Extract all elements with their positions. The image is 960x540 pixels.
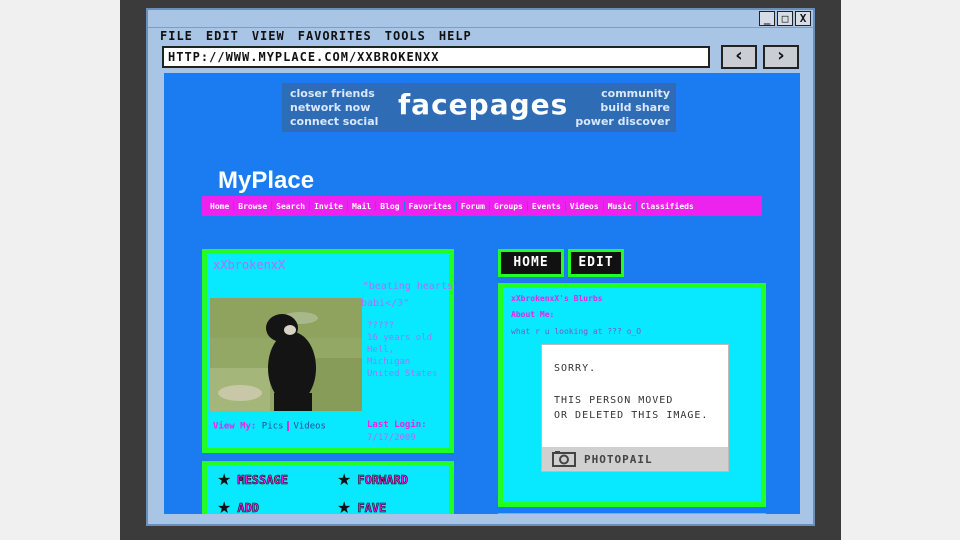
- nav-home[interactable]: Home: [210, 202, 229, 211]
- nav-groups[interactable]: Groups: [494, 202, 523, 211]
- home-tab-button[interactable]: HOME: [498, 249, 564, 277]
- site-logo[interactable]: MyPlace: [218, 167, 314, 195]
- profile-box: xXbrokenxX "beating hearts babi</3" ????…: [202, 249, 454, 453]
- back-button[interactable]: ‹: [721, 45, 757, 69]
- placeholder-sorry: SORRY.: [554, 363, 597, 374]
- star-icon: ★: [217, 470, 232, 489]
- star-icon: ★: [217, 498, 232, 514]
- web-page: closer friends network now connect socia…: [164, 73, 800, 514]
- site-navbar: Home Browse Search Invite Mail Blog Favo…: [202, 196, 762, 216]
- last-login: Last Login: 7/17/2009: [367, 420, 427, 443]
- forward-profile-button[interactable]: ★ FORWARD: [337, 470, 408, 489]
- nav-classifieds[interactable]: Classifieds: [641, 202, 694, 211]
- address-bar[interactable]: HTTP://WWW.MYPLACE.COM/XXBROKENXX: [162, 46, 710, 68]
- menu-view[interactable]: VIEW: [252, 29, 285, 45]
- menu-edit[interactable]: EDIT: [206, 29, 239, 45]
- message-button[interactable]: ★ MESSAGE: [217, 470, 288, 489]
- menu-help[interactable]: HELP: [439, 29, 472, 45]
- menu-bar: FILE EDIT VIEW FAVORITES TOOLS HELP: [160, 29, 472, 45]
- about-me-text: what r u looking at ??? o_O: [511, 327, 642, 336]
- profile-info: ????? 16 years old Hell, Michigan United…: [367, 321, 438, 379]
- chevron-right-icon: ›: [777, 45, 785, 66]
- close-icon[interactable]: X: [795, 11, 811, 26]
- deleted-image-placeholder: SORRY. THIS PERSON MOVED OR DELETED THIS…: [541, 344, 729, 472]
- menu-tools[interactable]: TOOLS: [385, 29, 426, 45]
- maximize-icon[interactable]: □: [777, 11, 793, 26]
- view-my-label: View My:: [213, 421, 257, 432]
- view-my-links: View My: Pics Videos: [213, 421, 326, 432]
- nav-blog[interactable]: Blog: [380, 202, 399, 211]
- banner-left-text: closer friends network now connect socia…: [290, 87, 379, 128]
- nav-events[interactable]: Events: [532, 202, 561, 211]
- contact-box: ★ MESSAGE ★ FORWARD ★ ADD ★ FAVE: [202, 461, 454, 514]
- nav-invite[interactable]: Invite: [314, 202, 343, 211]
- star-icon: ★: [337, 470, 352, 489]
- nav-browse[interactable]: Browse: [238, 202, 267, 211]
- edit-tab-button[interactable]: EDIT: [568, 249, 624, 277]
- blurbs-box: xXbrokenxX's Blurbs About Me: what r u l…: [498, 283, 766, 507]
- browser-window: _ □ X FILE EDIT VIEW FAVORITES TOOLS HEL…: [146, 8, 815, 526]
- nav-search[interactable]: Search: [276, 202, 305, 211]
- nav-favorites[interactable]: Favorites: [409, 202, 452, 211]
- profile-photo[interactable]: [210, 298, 362, 411]
- blurbs-title: xXbrokenxX's Blurbs: [511, 294, 603, 303]
- pics-link[interactable]: Pics: [262, 422, 284, 432]
- menu-file[interactable]: FILE: [160, 29, 193, 45]
- camera-icon: [552, 451, 576, 467]
- about-me-label: About Me:: [511, 310, 555, 319]
- forward-button[interactable]: ›: [763, 45, 799, 69]
- star-icon: ★: [337, 498, 352, 514]
- nav-mail[interactable]: Mail: [352, 202, 371, 211]
- photopail-logo: PHOTOPAIL: [584, 452, 653, 466]
- placeholder-message: THIS PERSON MOVED OR DELETED THIS IMAGE.: [554, 395, 709, 421]
- nav-forum[interactable]: Forum: [461, 202, 485, 211]
- banner-right-text: community build share power discover: [575, 87, 670, 128]
- placeholder-footer: PHOTOPAIL: [542, 447, 728, 471]
- banner-title: facepages: [398, 88, 569, 121]
- nav-music[interactable]: Music: [608, 202, 632, 211]
- add-button[interactable]: ★ ADD: [217, 498, 259, 514]
- chevron-left-icon: ‹: [735, 45, 743, 66]
- title-bar: _ □ X: [148, 10, 813, 28]
- menu-favorites[interactable]: FAVORITES: [298, 29, 372, 45]
- facepages-banner[interactable]: closer friends network now connect socia…: [282, 83, 676, 132]
- nav-videos[interactable]: Videos: [570, 202, 599, 211]
- videos-link[interactable]: Videos: [293, 422, 326, 432]
- fave-button[interactable]: ★ FAVE: [337, 498, 387, 514]
- profile-name: xXbrokenxX: [213, 258, 286, 272]
- minimize-icon[interactable]: _: [759, 11, 775, 26]
- next-section-border: [498, 513, 766, 514]
